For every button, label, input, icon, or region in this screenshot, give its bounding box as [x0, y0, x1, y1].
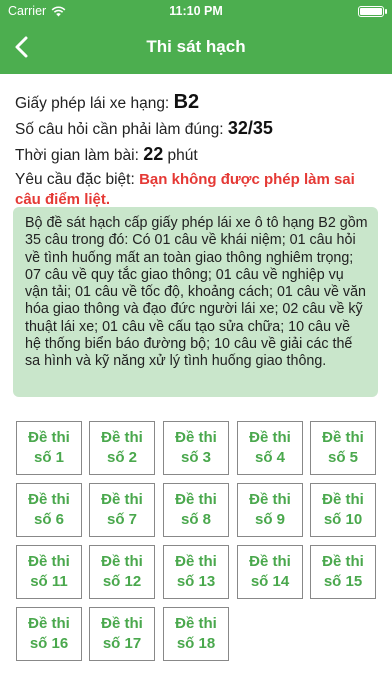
exam-button-4[interactable]: Đề thi số 4	[237, 421, 303, 475]
exam-label-line1: Đề thi	[101, 553, 143, 570]
exam-button-3[interactable]: Đề thi số 3	[163, 421, 229, 475]
exam-button-9[interactable]: Đề thi số 9	[237, 483, 303, 537]
exam-button-label: Đề thi số 17	[101, 614, 143, 654]
exam-label-line1: Đề thi	[101, 429, 143, 446]
exam-label-line1: Đề thi	[101, 615, 143, 632]
exam-label-line1: Đề thi	[322, 491, 364, 508]
exam-button-label: Đề thi số 3	[175, 428, 217, 468]
exam-button-2[interactable]: Đề thi số 2	[89, 421, 155, 475]
exam-button-label: Đề thi số 2	[101, 428, 143, 468]
exam-label-line2: số 13	[176, 573, 216, 590]
exam-button-label: Đề thi số 14	[249, 552, 291, 592]
exam-label-line1: Đề thi	[175, 491, 217, 508]
exam-button-label: Đề thi số 12	[101, 552, 143, 592]
exam-button-16[interactable]: Đề thi số 16	[16, 607, 82, 661]
exam-button-label: Đề thi số 5	[322, 428, 364, 468]
exam-label-line2: số 8	[180, 511, 211, 528]
exam-label-line1: Đề thi	[28, 429, 70, 446]
exam-button-18[interactable]: Đề thi số 18	[163, 607, 229, 661]
exam-label-line2: số 3	[180, 449, 211, 466]
exam-label-line1: Đề thi	[249, 553, 291, 570]
exam-button-6[interactable]: Đề thi số 6	[16, 483, 82, 537]
exam-label-line1: Đề thi	[249, 429, 291, 446]
exam-button-label: Đề thi số 4	[249, 428, 291, 468]
exam-label-line2: số 16	[29, 635, 69, 652]
exam-button-1[interactable]: Đề thi số 1	[16, 421, 82, 475]
exam-label-line1: Đề thi	[175, 553, 217, 570]
exam-button-15[interactable]: Đề thi số 15	[310, 545, 376, 599]
exam-button-8[interactable]: Đề thi số 8	[163, 483, 229, 537]
exam-button-label: Đề thi số 8	[175, 490, 217, 530]
exam-button-label: Đề thi số 7	[101, 490, 143, 530]
exam-label-line1: Đề thi	[175, 615, 217, 632]
exam-button-17[interactable]: Đề thi số 17	[89, 607, 155, 661]
exam-label-line2: số 17	[102, 635, 142, 652]
exam-button-11[interactable]: Đề thi số 11	[16, 545, 82, 599]
exam-label-line2: số 1	[33, 449, 64, 466]
exam-label-line2: số 12	[102, 573, 142, 590]
exam-button-10[interactable]: Đề thi số 10	[310, 483, 376, 537]
exam-label-line2: số 11	[30, 573, 68, 590]
exam-button-label: Đề thi số 16	[28, 614, 70, 654]
exam-label-line1: Đề thi	[28, 491, 70, 508]
exam-button-label: Đề thi số 6	[28, 490, 70, 530]
exam-button-13[interactable]: Đề thi số 13	[163, 545, 229, 599]
exam-label-line1: Đề thi	[322, 553, 364, 570]
exam-button-label: Đề thi số 1	[28, 428, 70, 468]
exam-button-label: Đề thi số 10	[322, 490, 364, 530]
exam-label-line2: số 6	[33, 511, 64, 528]
exam-label-line2: số 5	[327, 449, 358, 466]
exam-label-line2: số 4	[254, 449, 285, 466]
exam-grid: Đề thi số 1 Đề thi số 2 Đề thi số 3 Đề thi số 4…	[0, 0, 392, 696]
exam-button-label: Đề thi số 15	[322, 552, 364, 592]
exam-label-line2: số 18	[176, 635, 216, 652]
exam-label-line2: số 15	[323, 573, 363, 590]
exam-button-label: Đề thi số 13	[175, 552, 217, 592]
exam-label-line1: Đề thi	[28, 553, 70, 570]
exam-label-line2: số 9	[254, 511, 285, 528]
exam-button-5[interactable]: Đề thi số 5	[310, 421, 376, 475]
exam-button-14[interactable]: Đề thi số 14	[237, 545, 303, 599]
exam-button-label: Đề thi số 18	[175, 614, 217, 654]
exam-label-line1: Đề thi	[322, 429, 364, 446]
exam-button-label: Đề thi số 9	[249, 490, 291, 530]
exam-label-line2: số 7	[106, 511, 137, 528]
exam-label-line2: số 14	[250, 573, 290, 590]
exam-button-label: Đề thi số 11	[28, 552, 70, 592]
exam-label-line1: Đề thi	[249, 491, 291, 508]
exam-label-line2: số 10	[323, 511, 363, 528]
exam-button-12[interactable]: Đề thi số 12	[89, 545, 155, 599]
exam-label-line1: Đề thi	[175, 429, 217, 446]
exam-label-line1: Đề thi	[28, 615, 70, 632]
exam-label-line1: Đề thi	[101, 491, 143, 508]
exam-label-line2: số 2	[106, 449, 137, 466]
exam-button-7[interactable]: Đề thi số 7	[89, 483, 155, 537]
